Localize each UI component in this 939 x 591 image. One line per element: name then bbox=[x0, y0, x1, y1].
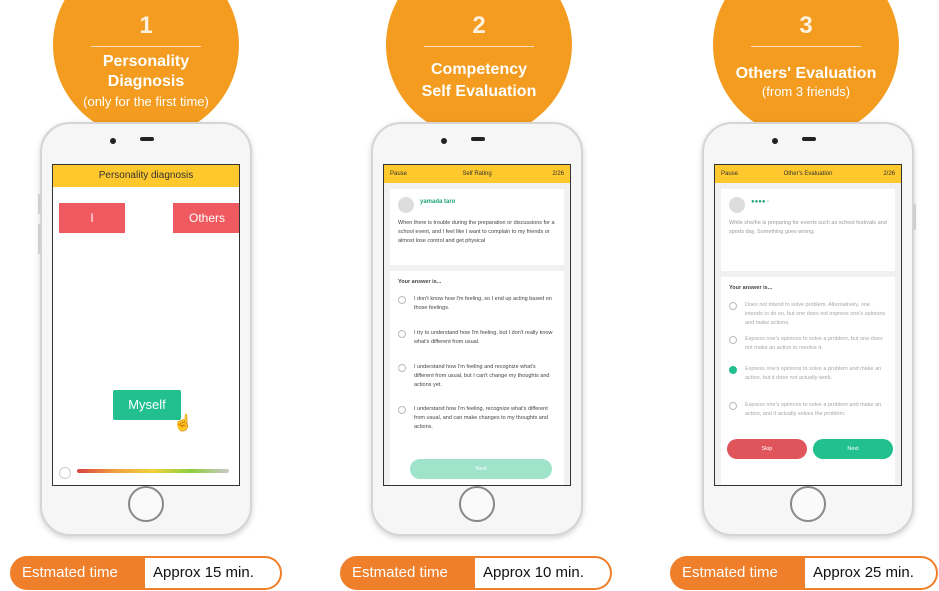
answer-option[interactable]: I understand how I'm feeling and recogni… bbox=[398, 363, 556, 390]
estimate-label: Estmated time bbox=[22, 564, 118, 581]
option-text: I try to understand how I'm feeling, but… bbox=[414, 330, 553, 345]
question-text: When there is trouble during the prepara… bbox=[398, 220, 555, 244]
phone-2: Pause Self Rating 2/26 yamada taro When … bbox=[371, 122, 583, 536]
answer-option[interactable]: Express one's opinions to solve a proble… bbox=[729, 401, 887, 419]
step-title-line-1: Others' Evaluation bbox=[735, 65, 877, 82]
option-text: Express one's opinions to solve a proble… bbox=[745, 366, 882, 381]
estimate-value: Approx 15 min. bbox=[145, 558, 280, 588]
step-title-line-1: Competency bbox=[430, 61, 528, 78]
radio-button[interactable] bbox=[729, 302, 737, 310]
answer-heading: Your answer is... bbox=[398, 279, 442, 285]
i-button[interactable]: I bbox=[59, 203, 125, 233]
speaker bbox=[471, 137, 485, 141]
speaker bbox=[802, 137, 816, 141]
question-card: ●●●● · While she/he is preparing for eve… bbox=[721, 189, 895, 271]
estimate-value: Approx 25 min. bbox=[805, 558, 936, 588]
speaker bbox=[140, 137, 154, 141]
answer-card: Your answer is... Does not intend to sol… bbox=[721, 277, 895, 485]
option-text: Express one's opinions to solve a proble… bbox=[745, 402, 882, 417]
screen-self-rating: Pause Self Rating 2/26 yamada taro When … bbox=[383, 164, 571, 486]
estimate-pill-2: Estmated time Approx 10 min. bbox=[340, 556, 612, 590]
divider bbox=[751, 46, 861, 47]
divider bbox=[91, 46, 201, 47]
camera-icon bbox=[110, 138, 116, 144]
user-name: yamada taro bbox=[420, 199, 456, 205]
step-subtitle: (from 3 friends) bbox=[761, 84, 851, 99]
answer-option-selected[interactable]: Express one's opinions to solve a proble… bbox=[729, 365, 887, 383]
screen-title: Self Rating bbox=[462, 171, 492, 177]
step-1-header-circle: 1 Personality Diagnosis (only for the fi… bbox=[53, 0, 239, 138]
option-text: I understand how I'm feeling, recognize … bbox=[414, 406, 548, 430]
estimate-pill-3: Estmated time Approx 25 min. bbox=[670, 556, 938, 590]
avatar bbox=[398, 197, 414, 213]
skip-button[interactable]: Skip bbox=[727, 439, 807, 459]
myself-button[interactable]: Myself bbox=[113, 390, 181, 420]
radio-button-checked[interactable] bbox=[729, 366, 737, 374]
divider bbox=[424, 46, 534, 47]
radio-button[interactable] bbox=[398, 406, 406, 414]
screen-personality: Personality diagnosis I Others Myself ☝ bbox=[52, 164, 240, 486]
radio-button[interactable] bbox=[729, 336, 737, 344]
option-text: I don't know how I'm feeling, so I end u… bbox=[414, 296, 552, 311]
hand-cursor-icon: ☝ bbox=[173, 415, 193, 432]
top-bar: Pause Other's Evaluation 2/26 bbox=[715, 165, 901, 183]
power-button bbox=[913, 204, 916, 230]
step-title-line-2: Diagnosis bbox=[107, 73, 185, 90]
camera-icon bbox=[772, 138, 778, 144]
screen-others-evaluation: Pause Other's Evaluation 2/26 ●●●● · Whi… bbox=[714, 164, 902, 486]
answer-option[interactable]: I try to understand how I'm feeling, but… bbox=[398, 329, 556, 347]
next-button[interactable]: Next bbox=[813, 439, 893, 459]
volume-button bbox=[38, 224, 41, 254]
option-text: Express one's opinions to solve a proble… bbox=[745, 336, 883, 351]
stage: 1 Personality Diagnosis (only for the fi… bbox=[0, 0, 939, 591]
estimate-label: Estmated time bbox=[352, 564, 448, 581]
estimate-value: Approx 10 min. bbox=[475, 558, 610, 588]
answer-card: Your answer is... I don't know how I'm f… bbox=[390, 271, 564, 485]
volume-button bbox=[38, 194, 41, 214]
answer-heading: Your answer is... bbox=[729, 285, 773, 291]
radio-button[interactable] bbox=[398, 330, 406, 338]
others-button[interactable]: Others bbox=[173, 203, 239, 233]
estimate-pill-1: Estmated time Approx 15 min. bbox=[10, 556, 282, 590]
option-text: I understand how I'm feeling and recogni… bbox=[414, 364, 550, 388]
user-name: ●●●● · bbox=[751, 199, 770, 205]
phone-1: Personality diagnosis I Others Myself ☝ bbox=[38, 122, 252, 536]
step-number: 1 bbox=[139, 12, 153, 39]
screen-body: ●●●● · While she/he is preparing for eve… bbox=[715, 183, 901, 485]
step-2-header-circle: 2 Competency Self Evaluation bbox=[386, 0, 572, 138]
timer-icon bbox=[59, 467, 71, 479]
screen-title: Personality diagnosis bbox=[53, 165, 239, 187]
phone-3: Pause Other's Evaluation 2/26 ●●●● · Whi… bbox=[702, 122, 916, 536]
progress-gradient-bar bbox=[77, 469, 229, 473]
camera-icon bbox=[441, 138, 447, 144]
progress-counter: 2/26 bbox=[883, 171, 895, 177]
estimate-label: Estmated time bbox=[682, 564, 778, 581]
answer-option[interactable]: Does not intend to solve problem. Altern… bbox=[729, 301, 887, 328]
step-subtitle: (only for the first time) bbox=[83, 94, 209, 109]
answer-option[interactable]: I don't know how I'm feeling, so I end u… bbox=[398, 295, 556, 313]
option-text: Does not intend to solve problem. Altern… bbox=[745, 302, 886, 326]
answer-option[interactable]: I understand how I'm feeling, recognize … bbox=[398, 405, 556, 432]
step-title-line-1: Personality bbox=[102, 53, 190, 70]
progress-counter: 2/26 bbox=[552, 171, 564, 177]
screen-body: yamada taro When there is trouble during… bbox=[384, 183, 570, 485]
question-text: While she/he is preparing for events suc… bbox=[729, 220, 887, 235]
step-number: 3 bbox=[799, 12, 813, 39]
question-card: yamada taro When there is trouble during… bbox=[390, 189, 564, 265]
home-button[interactable] bbox=[459, 486, 495, 522]
next-button[interactable]: Next bbox=[410, 459, 552, 479]
screen-title: Other's Evaluation bbox=[783, 171, 833, 177]
step-number: 2 bbox=[472, 12, 486, 39]
step-3-header-circle: 3 Others' Evaluation (from 3 friends) bbox=[713, 0, 899, 138]
home-button[interactable] bbox=[128, 486, 164, 522]
radio-button[interactable] bbox=[398, 364, 406, 372]
radio-button[interactable] bbox=[729, 402, 737, 410]
top-bar: Pause Self Rating 2/26 bbox=[384, 165, 570, 183]
avatar bbox=[729, 197, 745, 213]
home-button[interactable] bbox=[790, 486, 826, 522]
answer-option[interactable]: Express one's opinions to solve a proble… bbox=[729, 335, 887, 353]
step-title-line-2: Self Evaluation bbox=[421, 83, 537, 100]
radio-button[interactable] bbox=[398, 296, 406, 304]
